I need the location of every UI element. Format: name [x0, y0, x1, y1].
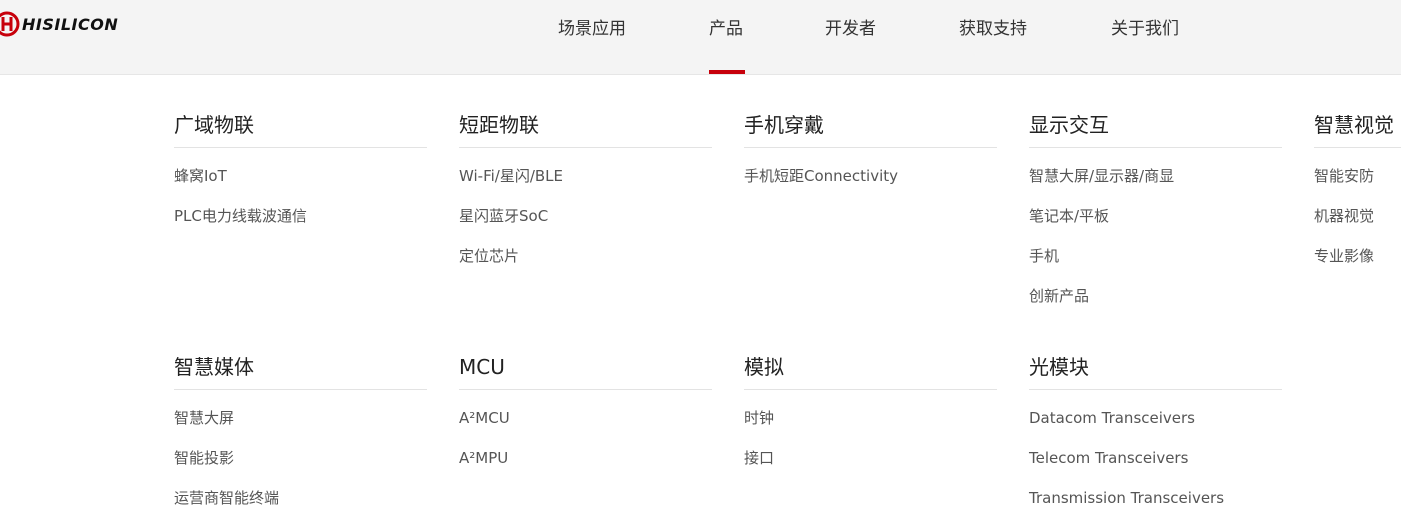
menu-link[interactable]: 定位芯片	[459, 246, 712, 286]
menu-column-mcu: MCU A²MCU A²MPU	[459, 353, 712, 488]
menu-link[interactable]: 创新产品	[1029, 286, 1282, 326]
menu-column-smart-vision: 智慧视觉 智能安防 机器视觉 专业影像	[1314, 111, 1401, 286]
column-list: 蜂窝IoT PLC电力线载波通信	[174, 148, 427, 246]
nav-item-about[interactable]: 关于我们	[1111, 14, 1179, 39]
menu-link[interactable]: 智慧大屏/显示器/商显	[1029, 166, 1282, 206]
nav-item-developers[interactable]: 开发者	[825, 14, 876, 39]
menu-link[interactable]: 星闪蓝牙SoC	[459, 206, 712, 246]
menu-link[interactable]: Datacom Transceivers	[1029, 408, 1282, 448]
menu-column-smart-media: 智慧媒体 智慧大屏 智能投影 运营商智能终端	[174, 353, 427, 514]
menu-link[interactable]: PLC电力线载波通信	[174, 206, 427, 246]
menu-column-phone-wearables: 手机穿戴 手机短距Connectivity	[744, 111, 997, 206]
menu-link[interactable]: 手机短距Connectivity	[744, 166, 997, 206]
column-list: A²MCU A²MPU	[459, 390, 712, 488]
column-title: 短距物联	[459, 111, 712, 148]
menu-column-wide-area-iot: 广域物联 蜂窝IoT PLC电力线载波通信	[174, 111, 427, 246]
menu-link[interactable]: 智能投影	[174, 448, 427, 488]
menu-link[interactable]: Transmission Transceivers	[1029, 488, 1282, 514]
menu-column-display-interaction: 显示交互 智慧大屏/显示器/商显 笔记本/平板 手机 创新产品	[1029, 111, 1282, 326]
column-list: 时钟 接口	[744, 390, 997, 488]
column-title: 模拟	[744, 353, 997, 390]
menu-link[interactable]: 时钟	[744, 408, 997, 448]
column-title: 智慧媒体	[174, 353, 427, 390]
column-title: MCU	[459, 353, 712, 390]
column-title: 光模块	[1029, 353, 1282, 390]
column-list: 手机短距Connectivity	[744, 148, 997, 206]
menu-link[interactable]: 笔记本/平板	[1029, 206, 1282, 246]
menu-link[interactable]: 蜂窝IoT	[174, 166, 427, 206]
column-list: 智慧大屏/显示器/商显 笔记本/平板 手机 创新产品	[1029, 148, 1282, 326]
column-title: 手机穿戴	[744, 111, 997, 148]
menu-column-optical-modules: 光模块 Datacom Transceivers Telecom Transce…	[1029, 353, 1282, 514]
menu-link[interactable]: Wi-Fi/星闪/BLE	[459, 166, 712, 206]
menu-link[interactable]: 机器视觉	[1314, 206, 1401, 246]
nav-item-products[interactable]: 产品	[709, 14, 743, 39]
menu-column-analog: 模拟 时钟 接口	[744, 353, 997, 488]
menu-link[interactable]: 接口	[744, 448, 997, 488]
nav-item-support[interactable]: 获取支持	[959, 14, 1027, 39]
menu-link[interactable]: A²MCU	[459, 408, 712, 448]
menu-link[interactable]: 智能安防	[1314, 166, 1401, 206]
column-title: 智慧视觉	[1314, 111, 1401, 148]
active-nav-indicator	[709, 70, 745, 74]
column-list: 智能安防 机器视觉 专业影像	[1314, 148, 1401, 286]
menu-link[interactable]: 专业影像	[1314, 246, 1401, 286]
menu-link[interactable]: A²MPU	[459, 448, 712, 488]
menu-column-short-range-iot: 短距物联 Wi-Fi/星闪/BLE 星闪蓝牙SoC 定位芯片	[459, 111, 712, 286]
menu-link[interactable]: 运营商智能终端	[174, 488, 427, 514]
menu-link[interactable]: 智慧大屏	[174, 408, 427, 448]
column-list: Datacom Transceivers Telecom Transceiver…	[1029, 390, 1282, 514]
menu-link[interactable]: Telecom Transceivers	[1029, 448, 1282, 488]
top-header: HISILICON 场景应用 产品 开发者 获取支持 关于我们	[0, 0, 1401, 75]
column-title: 显示交互	[1029, 111, 1282, 148]
column-list: 智慧大屏 智能投影 运营商智能终端	[174, 390, 427, 514]
products-mega-menu: 广域物联 蜂窝IoT PLC电力线载波通信 短距物联 Wi-Fi/星闪/BLE …	[0, 75, 1401, 514]
nav-item-scenarios[interactable]: 场景应用	[558, 14, 626, 39]
main-nav: 场景应用 产品 开发者 获取支持 关于我们	[0, 0, 1401, 74]
column-list: Wi-Fi/星闪/BLE 星闪蓝牙SoC 定位芯片	[459, 148, 712, 286]
menu-link[interactable]: 手机	[1029, 246, 1282, 286]
column-title: 广域物联	[174, 111, 427, 148]
